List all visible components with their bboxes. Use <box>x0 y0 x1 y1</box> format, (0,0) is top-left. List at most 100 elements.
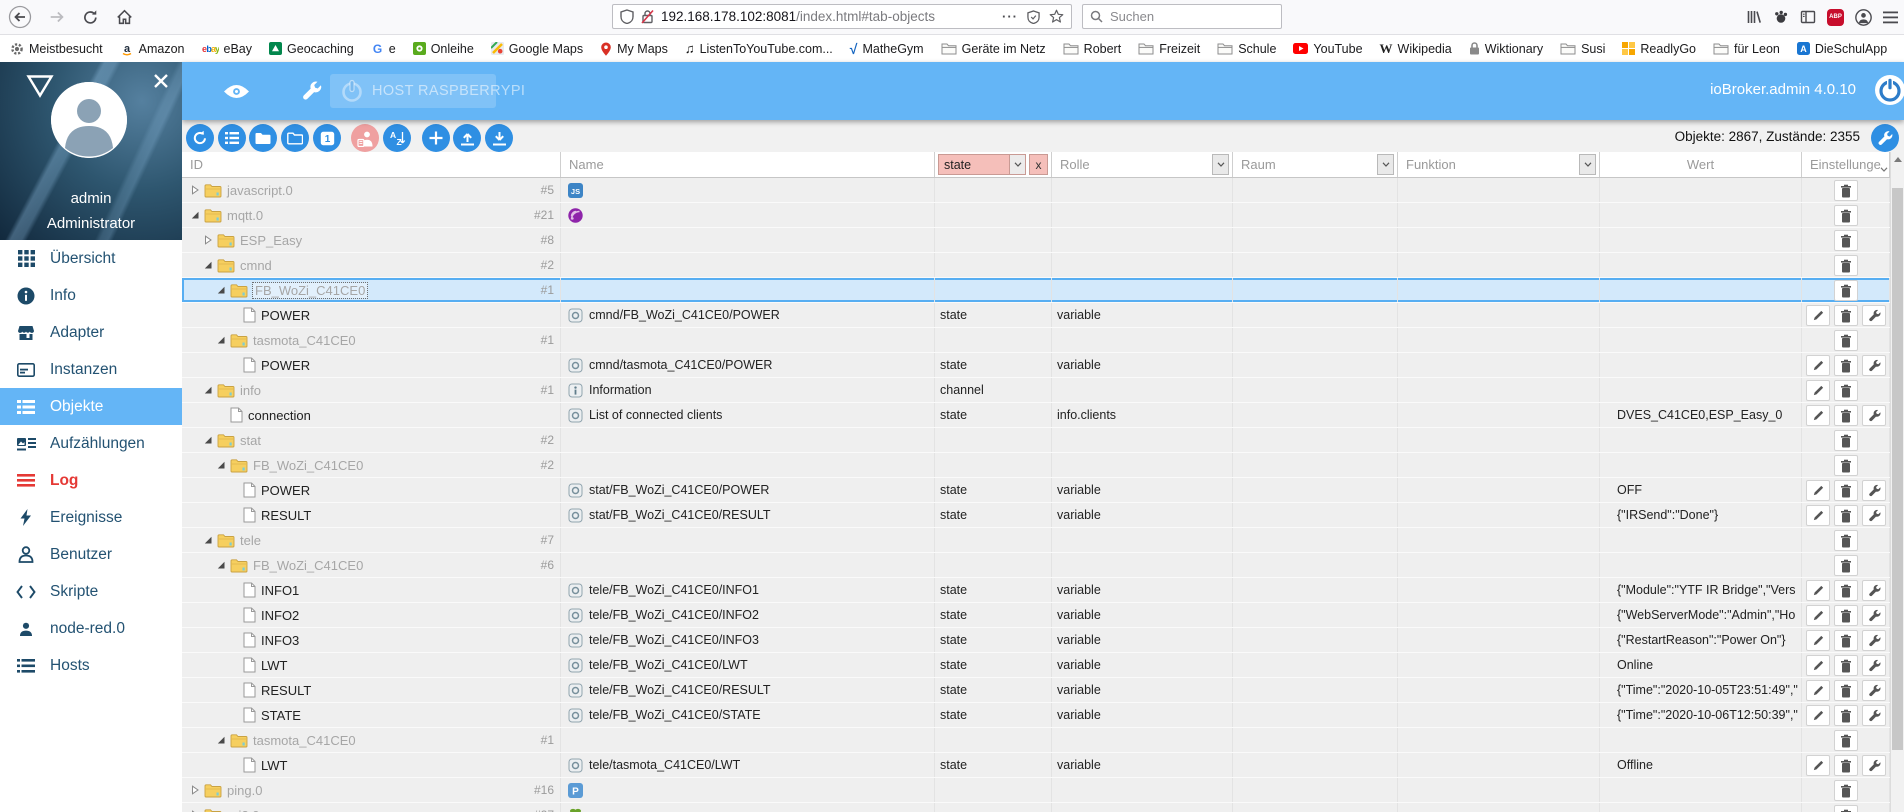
sidebar-item-ereignisse[interactable]: Ereignisse <box>0 499 182 536</box>
object-row-fb-wozi-c41ce0[interactable]: FB_WoZi_C41CE0 #2 <box>182 453 1904 478</box>
object-row-fb-wozi-c41ce0[interactable]: FB_WoZi_C41CE0 #1 <box>182 278 1904 303</box>
bookmark-youtube[interactable]: YouTube <box>1293 42 1363 56</box>
delete-button[interactable] <box>1834 780 1858 801</box>
type-filter-select[interactable]: state <box>938 154 1026 175</box>
edit-button[interactable] <box>1806 505 1830 526</box>
column-header-room[interactable]: Raum <box>1233 152 1398 177</box>
vertical-scrollbar[interactable] <box>1890 152 1904 812</box>
bookmark-schule[interactable]: Schule <box>1217 42 1276 56</box>
delete-button[interactable] <box>1834 805 1858 812</box>
edit-button[interactable] <box>1806 605 1830 626</box>
expert-mode-button[interactable] <box>351 124 379 152</box>
edit-button[interactable] <box>1806 755 1830 776</box>
account-icon[interactable] <box>1855 8 1872 26</box>
bookmark-my-maps[interactable]: My Maps <box>600 42 668 56</box>
delete-button[interactable] <box>1834 330 1858 351</box>
adblock-plus-icon[interactable]: ABP <box>1827 8 1844 26</box>
bookmark-mathegym[interactable]: √ MatheGym <box>850 42 924 56</box>
bookmark-geocaching[interactable]: Geocaching <box>269 42 354 56</box>
bookmark-google-maps[interactable]: Google Maps <box>490 42 583 56</box>
sidebar-item-übersicht[interactable]: Übersicht <box>0 240 182 277</box>
protection-badge-icon[interactable] <box>1027 9 1040 24</box>
columns-settings-button[interactable] <box>1871 124 1899 152</box>
custom-settings-button[interactable] <box>1862 580 1886 601</box>
avatar[interactable] <box>51 82 127 158</box>
sidebar-item-instanzen[interactable]: Instanzen <box>0 351 182 388</box>
object-row-esp-easy[interactable]: ESP_Easy #8 <box>182 228 1904 253</box>
delete-button[interactable] <box>1834 205 1858 226</box>
object-row-connection[interactable]: connection List of connected clients state… <box>182 403 1904 428</box>
object-row-power[interactable]: POWER cmnd/tasmota_C41CE0/POWER state varia… <box>182 353 1904 378</box>
close-icon[interactable] <box>152 72 170 90</box>
object-row-tasmota-c41ce0[interactable]: tasmota_C41CE0 #1 <box>182 728 1904 753</box>
object-row-info3[interactable]: INFO3 tele/FB_WoZi_C41CE0/INFO3 state varia… <box>182 628 1904 653</box>
delete-button[interactable] <box>1834 255 1858 276</box>
addon-icon[interactable] <box>1773 9 1789 25</box>
custom-settings-button[interactable] <box>1862 630 1886 651</box>
object-row-javascript-0[interactable]: javascript.0 #5 JS <box>182 178 1904 203</box>
custom-settings-button[interactable] <box>1862 655 1886 676</box>
reload-icon[interactable] <box>82 9 99 26</box>
custom-settings-button[interactable] <box>1862 355 1886 376</box>
home-icon[interactable] <box>115 8 134 26</box>
delete-button[interactable] <box>1834 605 1858 626</box>
object-row-tasmota-c41ce0[interactable]: tasmota_C41CE0 #1 <box>182 328 1904 353</box>
delete-button[interactable] <box>1834 630 1858 651</box>
tree-expanded-icon[interactable] <box>201 435 214 445</box>
sidebar-item-info[interactable]: Info <box>0 277 182 314</box>
library-icon[interactable] <box>1746 9 1762 25</box>
delete-button[interactable] <box>1834 730 1858 751</box>
sidebar-panel-icon[interactable] <box>1800 9 1816 25</box>
delete-button[interactable] <box>1834 305 1858 326</box>
expand-all-button[interactable] <box>281 124 309 152</box>
sort-az-button[interactable]: AZ <box>383 124 411 152</box>
wrench-icon[interactable] <box>301 80 322 101</box>
bookmark-geräte-im-netz[interactable]: Geräte im Netz <box>941 42 1046 56</box>
object-row-result[interactable]: RESULT tele/FB_WoZi_C41CE0/RESULT state var… <box>182 678 1904 703</box>
edit-button[interactable] <box>1806 405 1830 426</box>
edit-button[interactable] <box>1806 305 1830 326</box>
tree-collapsed-icon[interactable] <box>188 785 201 795</box>
list-view-button[interactable] <box>218 124 246 152</box>
column-header-role[interactable]: Rolle <box>1052 152 1233 177</box>
object-row-power[interactable]: POWER stat/FB_WoZi_C41CE0/POWER state varia… <box>182 478 1904 503</box>
tree-expanded-icon[interactable] <box>188 210 201 220</box>
host-selector-button[interactable]: HOST RASPBERRYPI <box>330 74 525 108</box>
menu-icon[interactable] <box>1883 11 1898 24</box>
object-row-ping-0[interactable]: ping.0 #16 P <box>182 778 1904 803</box>
url-bar[interactable]: 192.168.178.102:8081/index.html#tab-obje… <box>612 4 1072 29</box>
tree-expanded-icon[interactable] <box>201 385 214 395</box>
delete-button[interactable] <box>1834 455 1858 476</box>
delete-button[interactable] <box>1834 680 1858 701</box>
tree-expanded-icon[interactable] <box>214 335 227 345</box>
delete-button[interactable] <box>1834 430 1858 451</box>
upload-objects-button[interactable] <box>453 124 481 152</box>
bookmark-e[interactable]: Ge <box>371 42 396 56</box>
delete-button[interactable] <box>1834 230 1858 251</box>
object-row-tele[interactable]: tele #7 <box>182 528 1904 553</box>
sidebar-item-benutzer[interactable]: Benutzer <box>0 536 182 573</box>
bookmark-onleihe[interactable]: Onleihe <box>412 42 474 56</box>
bookmark-robert[interactable]: Robert <box>1063 42 1121 56</box>
bookmark-susi[interactable]: Susi <box>1560 42 1605 56</box>
sidebar-item-skripte[interactable]: Skripte <box>0 573 182 610</box>
delete-button[interactable] <box>1834 480 1858 501</box>
tree-expanded-icon[interactable] <box>214 735 227 745</box>
bookmark-readlygo[interactable]: ReadlyGo <box>1622 42 1696 56</box>
scrollbar-up-arrow-icon[interactable] <box>1891 152 1904 166</box>
object-row-mqtt-0[interactable]: mqtt.0 #21 <box>182 203 1904 228</box>
tree-expanded-icon[interactable] <box>214 460 227 470</box>
expand-depth-1-button[interactable]: 1 <box>313 124 341 152</box>
refresh-button[interactable] <box>186 124 214 152</box>
object-row-power[interactable]: POWER cmnd/FB_WoZi_C41CE0/POWER state varia… <box>182 303 1904 328</box>
scrollbar-thumb[interactable] <box>1892 188 1903 750</box>
edit-button[interactable] <box>1806 680 1830 701</box>
bookmark-freizeit[interactable]: Freizeit <box>1138 42 1200 56</box>
delete-button[interactable] <box>1834 380 1858 401</box>
insecure-lock-icon[interactable] <box>641 9 654 24</box>
custom-settings-button[interactable] <box>1862 505 1886 526</box>
custom-settings-button[interactable] <box>1862 755 1886 776</box>
bookmark-dieschulapp[interactable]: A DieSchulApp <box>1796 42 1887 56</box>
custom-settings-button[interactable] <box>1862 705 1886 726</box>
bookmark-für-leon[interactable]: für Leon <box>1713 42 1780 56</box>
